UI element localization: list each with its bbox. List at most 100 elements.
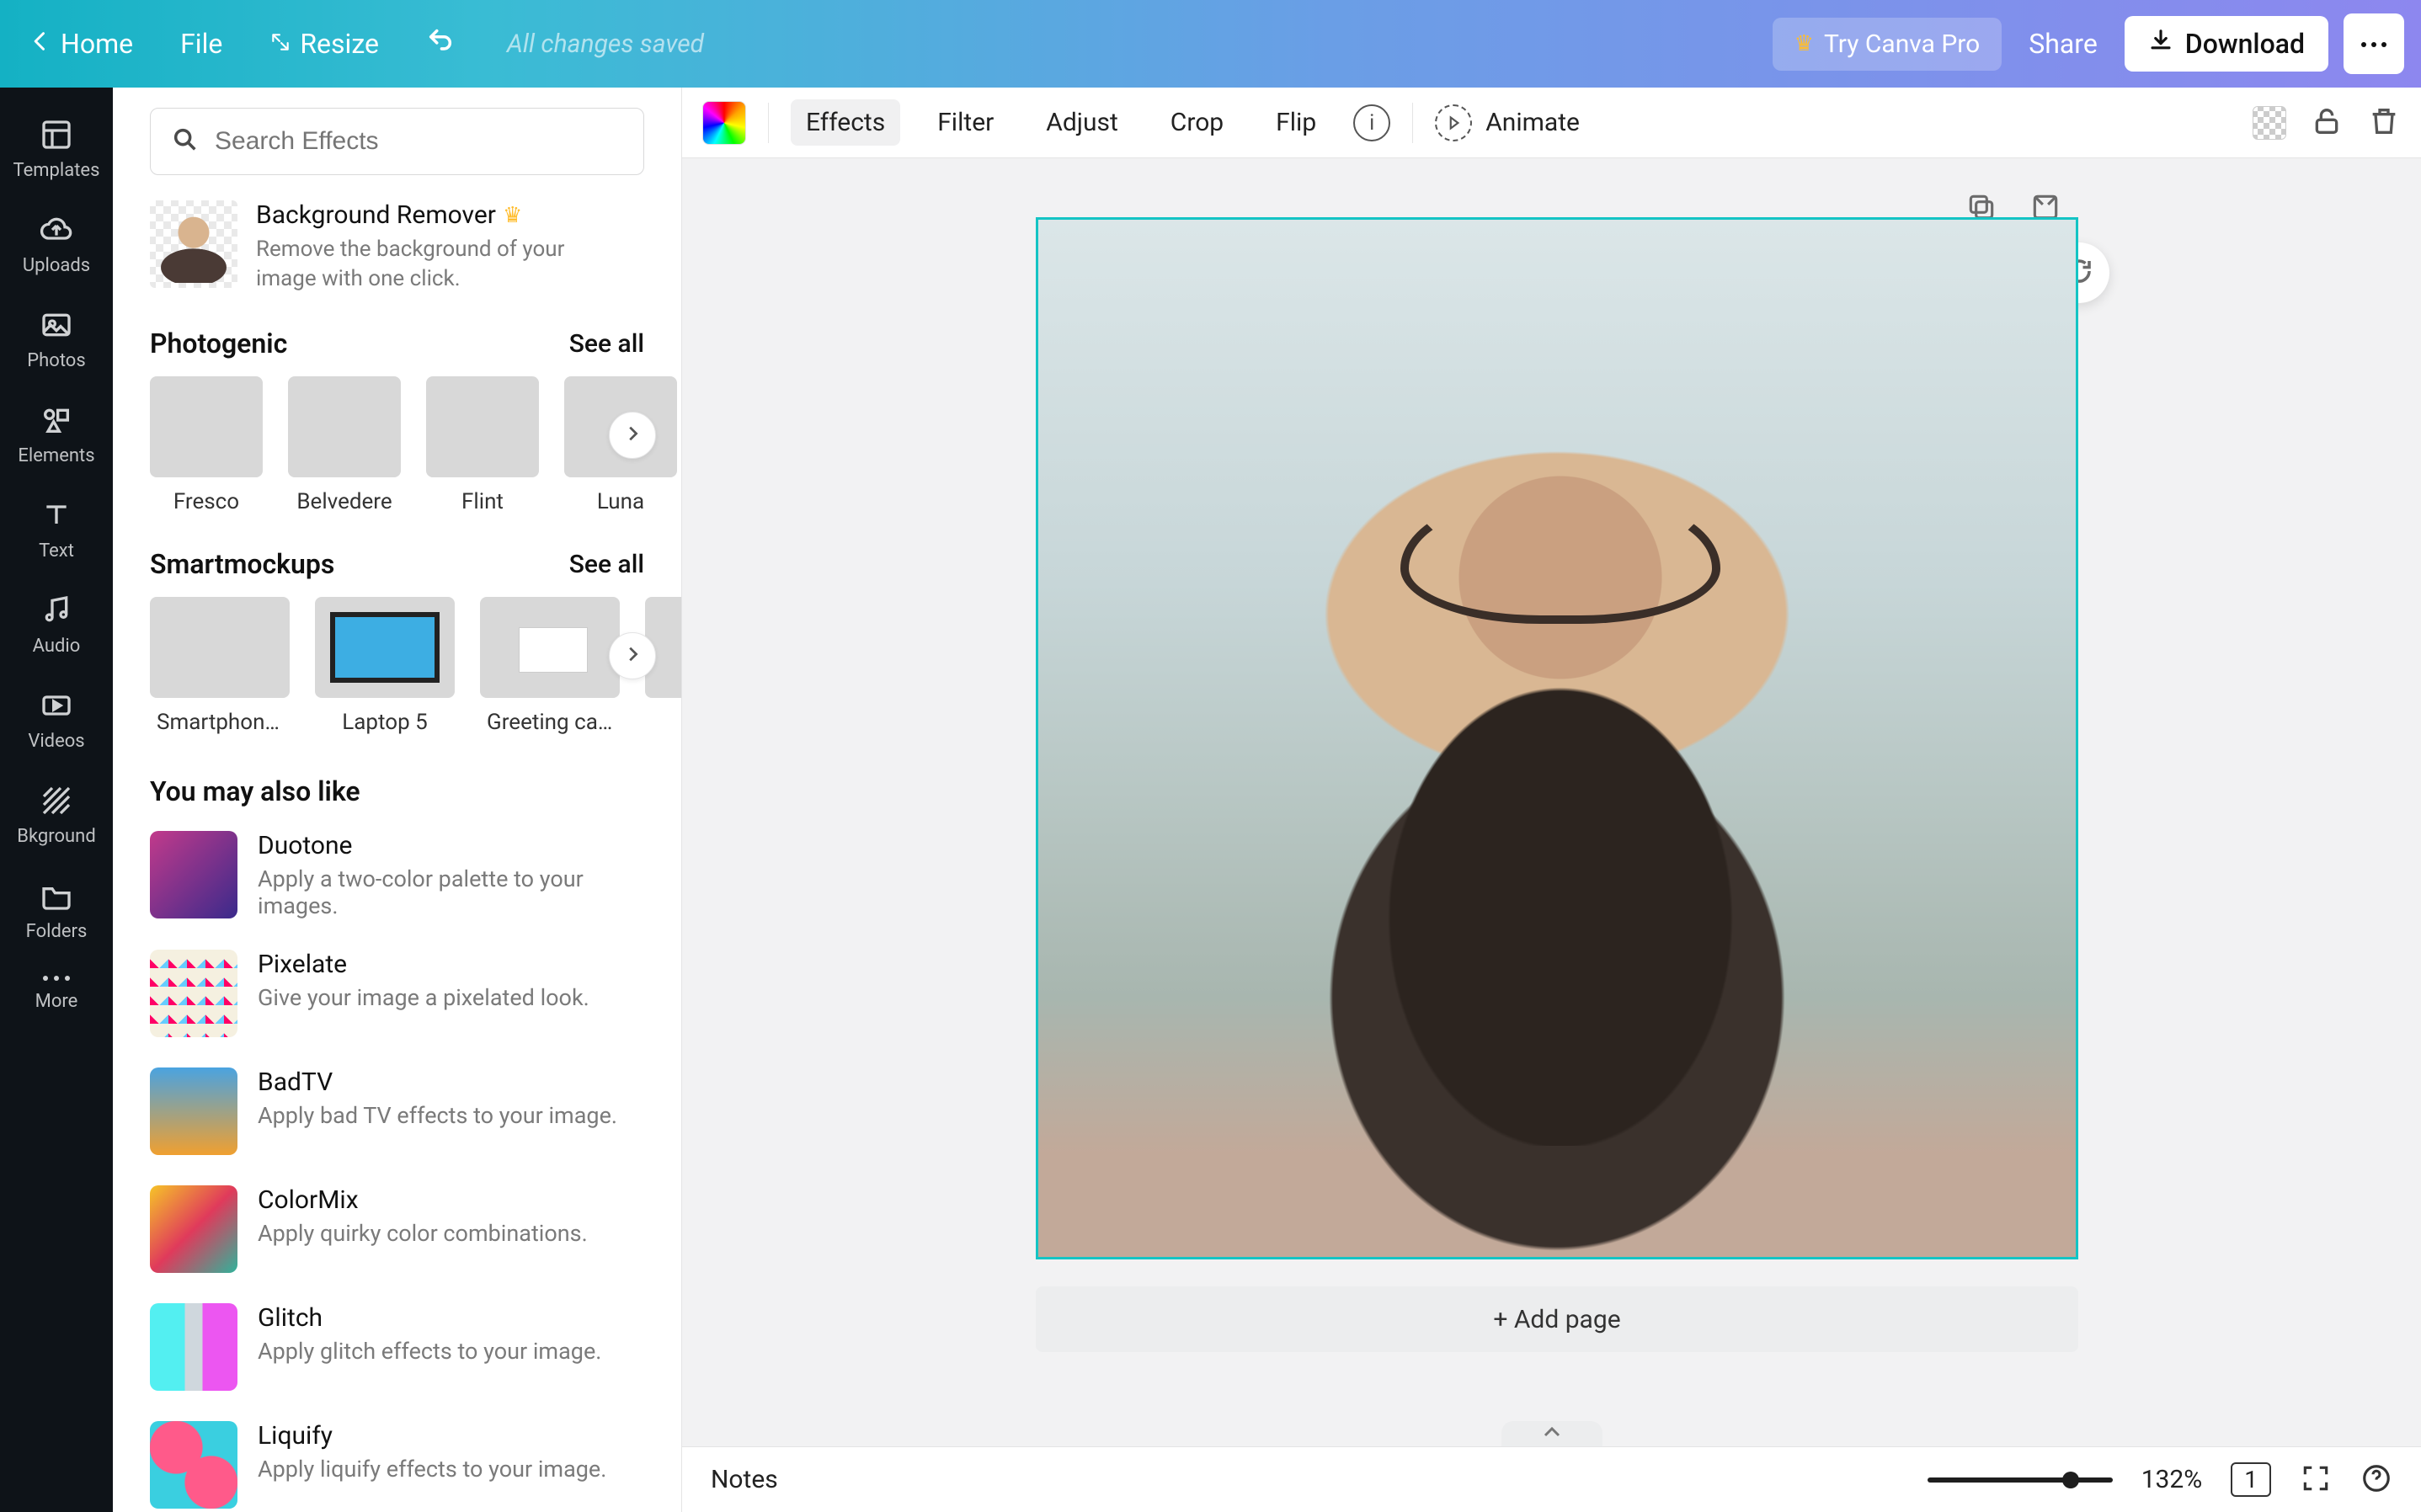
effect-swatch — [150, 1421, 237, 1509]
color-picker-button[interactable] — [702, 101, 746, 145]
photogenic-see-all[interactable]: See all — [569, 329, 644, 359]
help-button[interactable] — [2360, 1462, 2392, 1498]
download-button[interactable]: Download — [2125, 16, 2328, 72]
search-effects-input[interactable] — [215, 127, 623, 156]
videos-icon — [40, 689, 73, 722]
tab-flip[interactable]: Flip — [1261, 99, 1331, 146]
smartmockups-heading: Smartmockups — [150, 548, 334, 580]
download-label: Download — [2185, 28, 2305, 60]
animate-button[interactable]: Animate — [1485, 108, 1580, 137]
rail-uploads-label: Uploads — [23, 255, 90, 276]
photogenic-item-fresco[interactable]: Fresco — [150, 376, 263, 514]
fullscreen-button[interactable] — [2300, 1462, 2332, 1498]
rail-elements[interactable]: Elements — [0, 388, 113, 478]
effect-label: Flint — [461, 489, 504, 514]
effect-glitch[interactable]: Glitch Apply glitch effects to your imag… — [150, 1303, 644, 1391]
image-toolbar-right — [2253, 104, 2401, 141]
toolbar-separator — [1412, 103, 1413, 143]
effect-duotone[interactable]: Duotone Apply a two-color palette to you… — [150, 831, 644, 919]
effect-thumb — [150, 376, 263, 477]
toolbar-separator — [768, 103, 769, 143]
home-button[interactable]: Home — [17, 21, 145, 67]
rail-uploads[interactable]: Uploads — [0, 198, 113, 288]
rail-more[interactable]: More — [0, 959, 113, 1024]
effect-colormix[interactable]: ColorMix Apply quirky color combinations… — [150, 1185, 644, 1273]
effect-thumb — [288, 376, 401, 477]
rail-text[interactable]: Text — [0, 483, 113, 573]
smartmockup-item-laptop5[interactable]: Laptop 5 — [315, 597, 455, 735]
smartmockups-see-all[interactable]: See all — [569, 550, 644, 579]
lock-button[interactable] — [2310, 104, 2344, 141]
tab-filter[interactable]: Filter — [922, 99, 1009, 146]
zoom-slider-knob[interactable] — [2062, 1472, 2079, 1488]
uploads-icon — [40, 213, 73, 247]
tab-adjust[interactable]: Adjust — [1031, 99, 1133, 146]
effect-desc: Apply bad TV effects to your image. — [258, 1102, 617, 1129]
add-page-button[interactable]: + Add page — [1036, 1286, 2078, 1352]
collapse-pages-button[interactable] — [1501, 1421, 1602, 1446]
folders-icon — [40, 879, 73, 913]
tab-effects[interactable]: Effects — [791, 99, 900, 146]
help-icon — [2360, 1482, 2392, 1498]
smartmockups-header: Smartmockups See all — [150, 548, 644, 580]
top-bar-left: Home File Resize All changes saved — [17, 19, 704, 68]
selected-image[interactable] — [1038, 220, 2076, 1257]
effect-pixelate[interactable]: Pixelate Give your image a pixelated loo… — [150, 950, 644, 1037]
rail-audio[interactable]: Audio — [0, 578, 113, 668]
photogenic-item-flint[interactable]: Flint — [426, 376, 539, 514]
dots-horizontal-icon — [2360, 36, 2387, 52]
share-button[interactable]: Share — [2017, 19, 2109, 68]
background-remover-title: Background Remover ♛ — [256, 200, 610, 230]
try-canva-pro-button[interactable]: ♛ Try Canva Pro — [1773, 18, 2002, 71]
info-icon: i — [1369, 110, 1374, 136]
tab-crop[interactable]: Crop — [1155, 99, 1239, 146]
effect-text: Liquify Apply liquify effects to your im… — [258, 1421, 606, 1483]
rail-background[interactable]: Bkground — [0, 769, 113, 859]
effect-desc: Apply liquify effects to your image. — [258, 1456, 606, 1483]
canvas-viewport[interactable]: + Add page — [682, 158, 2421, 1446]
audio-icon — [40, 594, 73, 627]
try-pro-label: Try Canva Pro — [1824, 29, 1980, 59]
undo-button[interactable] — [414, 19, 467, 68]
effect-badtv[interactable]: BadTV Apply bad TV effects to your image… — [150, 1067, 644, 1155]
effect-text: ColorMix Apply quirky color combinations… — [258, 1185, 588, 1247]
background-icon — [40, 784, 73, 817]
trash-icon — [2367, 125, 2401, 141]
effect-swatch — [150, 1303, 237, 1391]
photogenic-scroll-right[interactable] — [609, 412, 656, 459]
more-menu-button[interactable] — [2344, 13, 2404, 74]
smartmockups-scroll-right[interactable] — [609, 632, 656, 679]
chevron-up-icon — [1540, 1425, 1564, 1442]
smartmockup-item-smartphone2[interactable]: Smartphone 2 — [150, 597, 290, 735]
top-bar: Home File Resize All changes saved ♛ Try… — [0, 0, 2421, 88]
transparency-button[interactable] — [2253, 106, 2286, 140]
crown-icon: ♛ — [1794, 31, 1814, 56]
effect-title: Glitch — [258, 1303, 601, 1333]
background-remover-item[interactable]: Background Remover ♛ Remove the backgrou… — [150, 200, 644, 294]
rail-templates-label: Templates — [13, 160, 100, 181]
page-indicator[interactable]: 1 — [2231, 1462, 2271, 1497]
rail-folders[interactable]: Folders — [0, 864, 113, 954]
search-effects-input-wrap[interactable] — [150, 108, 644, 175]
background-remover-desc: Remove the background of your image with… — [256, 235, 610, 294]
rail-templates[interactable]: Templates — [0, 103, 113, 193]
elements-icon — [40, 403, 73, 437]
mockup-label: Laptop 5 — [342, 710, 428, 735]
rail-photos[interactable]: Photos — [0, 293, 113, 383]
rail-videos[interactable]: Videos — [0, 673, 113, 764]
photogenic-item-belvedere[interactable]: Belvedere — [288, 376, 401, 514]
canvas-page[interactable] — [1036, 217, 2078, 1259]
zoom-slider[interactable] — [1928, 1477, 2113, 1483]
effect-text: Glitch Apply glitch effects to your imag… — [258, 1303, 601, 1365]
smartmockups-thumbs: Smartphone 2 Laptop 5 Greeting car… Fran — [150, 597, 644, 735]
animate-icon[interactable] — [1435, 104, 1472, 141]
smartmockup-item-greetingcard[interactable]: Greeting car… — [480, 597, 620, 735]
delete-button[interactable] — [2367, 104, 2401, 141]
file-menu[interactable]: File — [168, 21, 234, 67]
rail-more-label: More — [35, 991, 78, 1012]
zoom-percent[interactable]: 132% — [2141, 1465, 2203, 1494]
info-button[interactable]: i — [1353, 104, 1390, 141]
notes-button[interactable]: Notes — [711, 1465, 778, 1494]
effect-liquify[interactable]: Liquify Apply liquify effects to your im… — [150, 1421, 644, 1509]
resize-button[interactable]: Resize — [258, 21, 391, 67]
